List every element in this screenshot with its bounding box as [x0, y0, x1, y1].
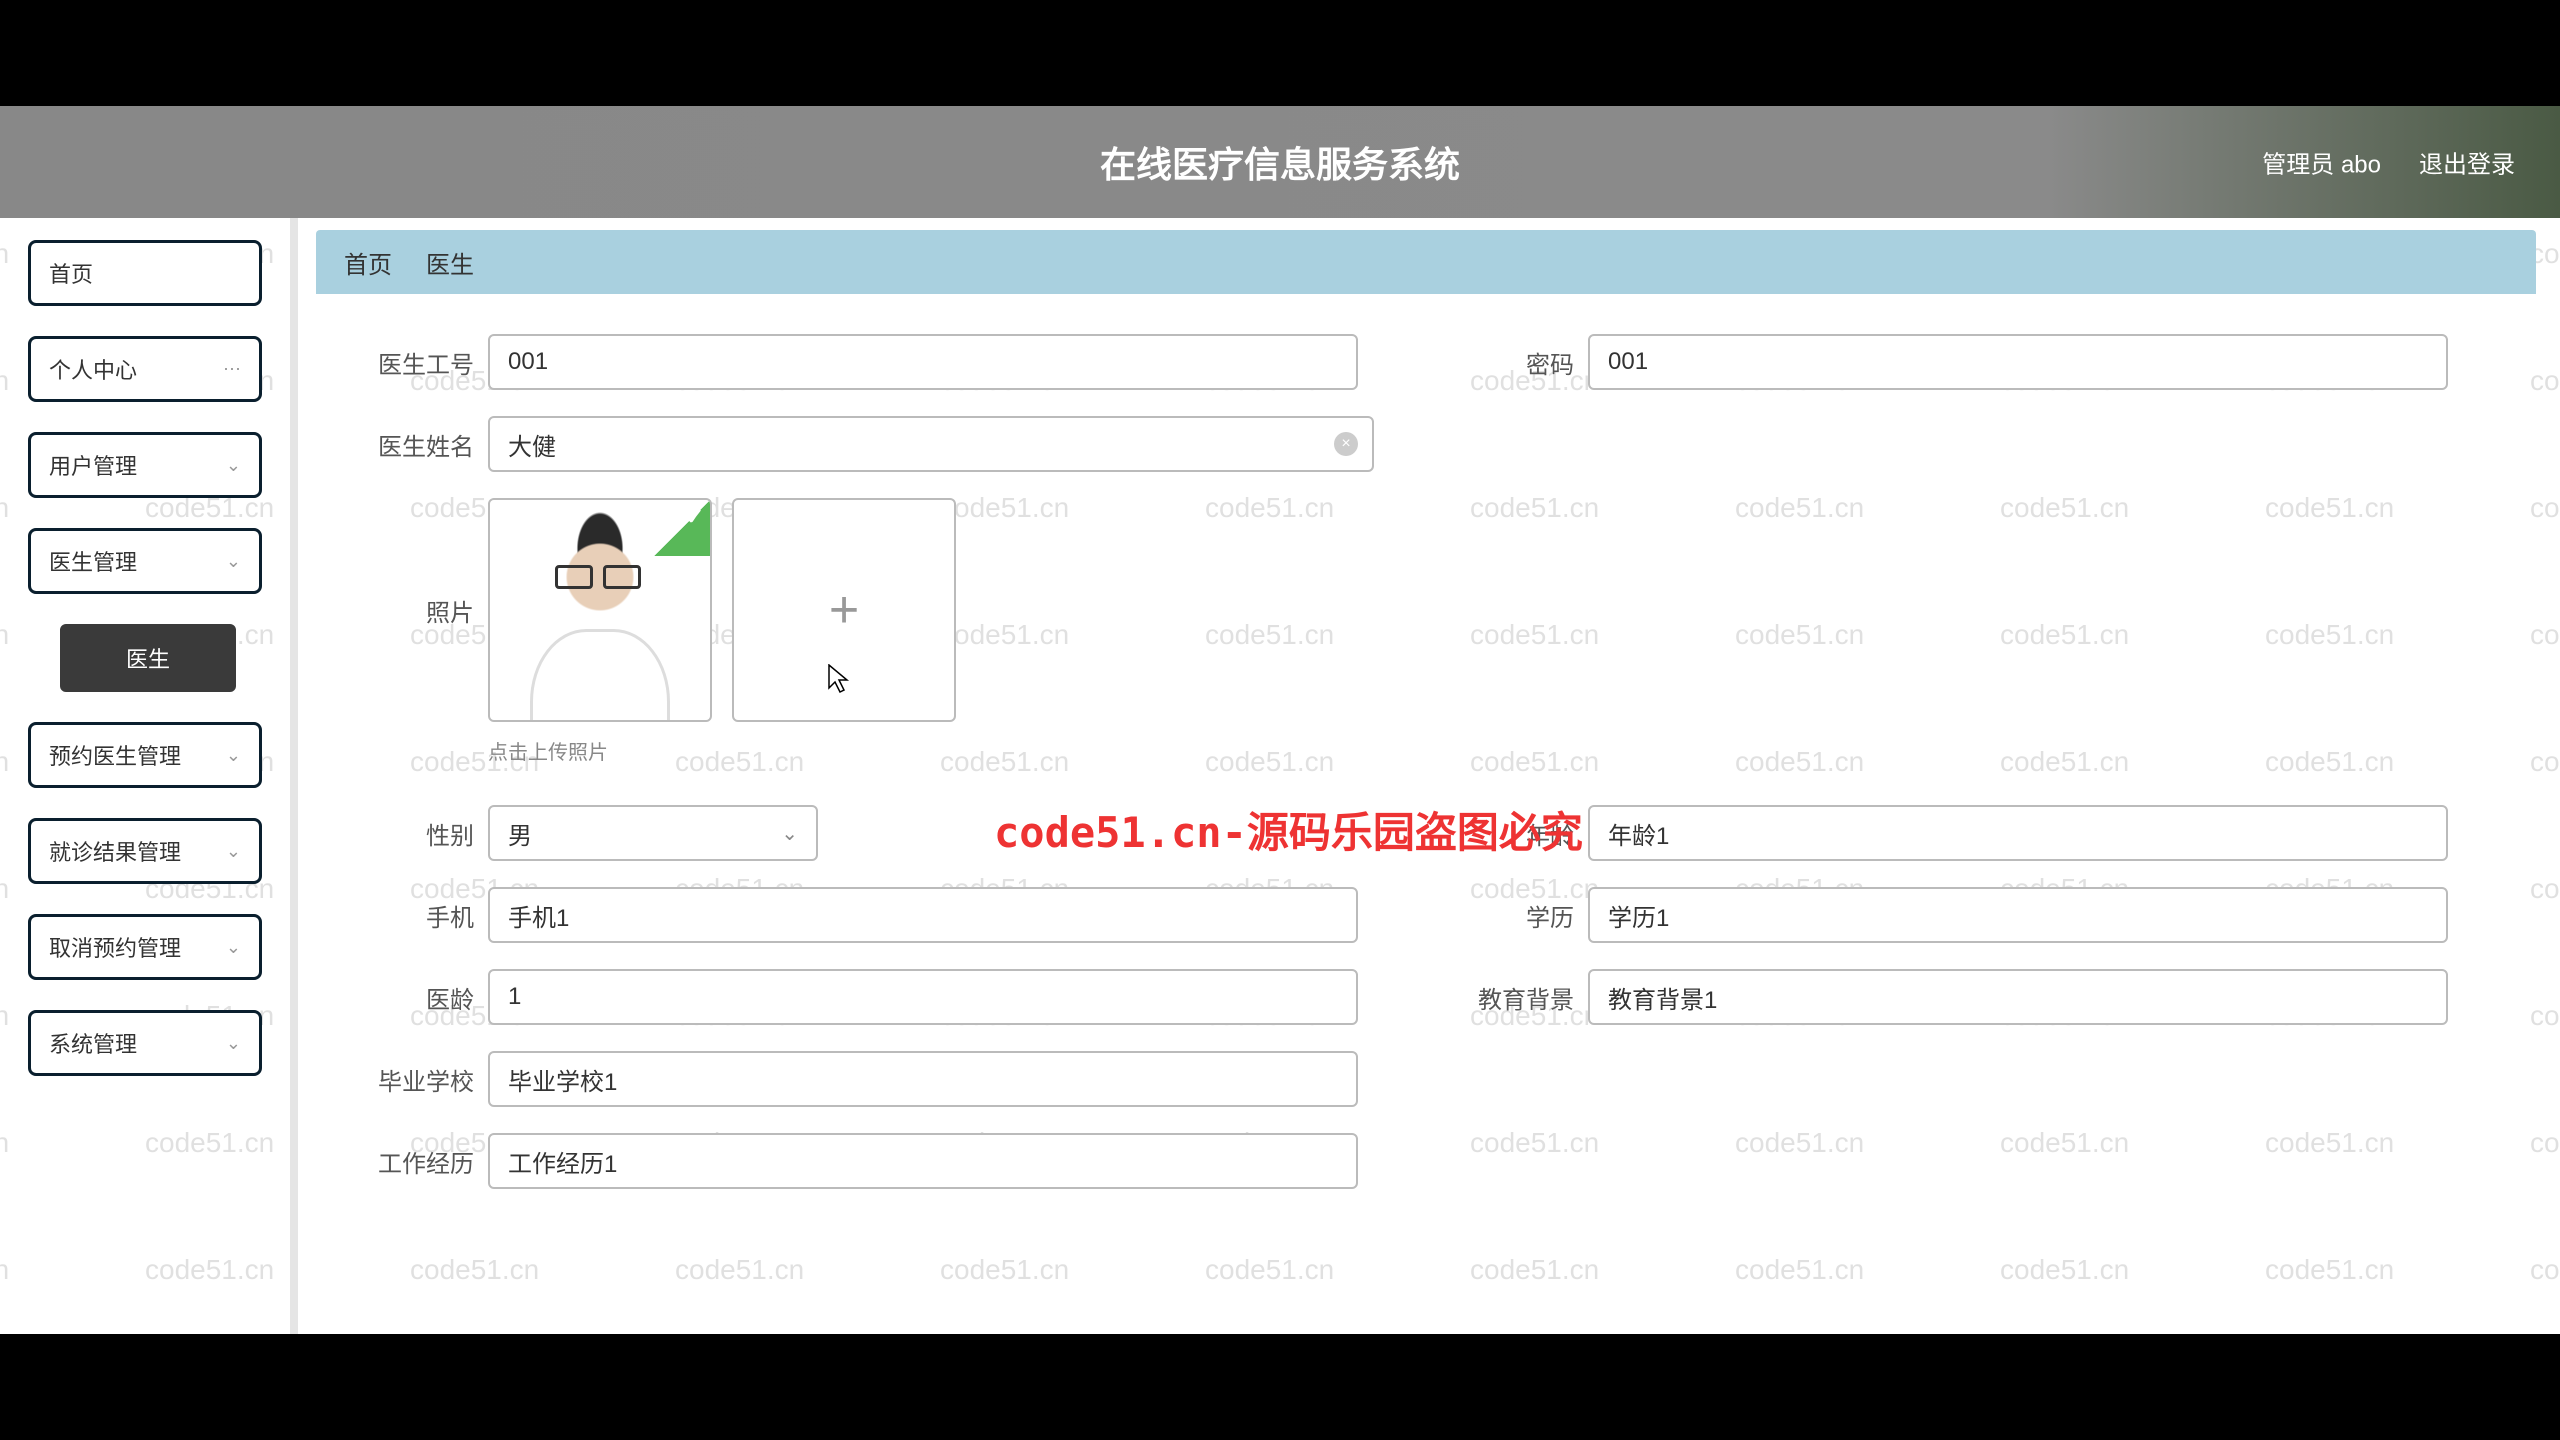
input-phone[interactable]: [488, 887, 1358, 943]
label-work: 工作经历: [338, 1144, 488, 1179]
label-password: 密码: [1438, 345, 1588, 380]
sidebar-item-doctor[interactable]: 医生: [60, 624, 236, 692]
clear-icon[interactable]: ×: [1334, 432, 1358, 456]
label-school: 毕业学校: [338, 1062, 488, 1097]
check-icon: [654, 500, 710, 556]
app-header: 在线医疗信息服务系统 管理员 abo 退出登录: [0, 106, 2560, 218]
select-gender[interactable]: 男 ⌄: [488, 805, 818, 861]
sidebar-item-personal[interactable]: 个人中心 ⋯: [28, 336, 262, 402]
input-password[interactable]: [1588, 334, 2448, 390]
app-title: 在线医疗信息服务系统: [1100, 136, 1460, 188]
photo-upload-button[interactable]: +: [732, 498, 956, 722]
input-doctor-name[interactable]: [488, 416, 1374, 472]
tab-doctor[interactable]: 医生: [426, 245, 474, 280]
input-education[interactable]: [1588, 887, 2448, 943]
chevron-down-icon: ⌄: [226, 841, 241, 862]
input-school[interactable]: [488, 1051, 1358, 1107]
chevron-down-icon: ⌄: [226, 937, 241, 958]
sidebar-item-label: 医生: [126, 642, 170, 674]
input-edu-bg[interactable]: [1588, 969, 2448, 1025]
sidebar-item-doctor-mgmt[interactable]: 医生管理 ⌄: [28, 528, 262, 594]
chevron-down-icon: ⋯: [223, 359, 241, 380]
logout-link[interactable]: 退出登录: [2419, 145, 2515, 180]
main-content: 首页 医生 医生工号 密码: [290, 218, 2560, 1334]
label-years: 医龄: [338, 980, 488, 1015]
sidebar-item-home[interactable]: 首页: [28, 240, 262, 306]
chevron-down-icon: ⌄: [781, 821, 798, 846]
label-photo: 照片: [338, 593, 488, 628]
current-user[interactable]: 管理员 abo: [2262, 145, 2381, 180]
sidebar-item-cancel-mgmt[interactable]: 取消预约管理 ⌄: [28, 914, 262, 980]
sidebar-item-label: 首页: [49, 257, 93, 289]
label-gender: 性别: [338, 816, 488, 851]
sidebar-item-appointment-mgmt[interactable]: 预约医生管理 ⌄: [28, 722, 262, 788]
sidebar-item-label: 就诊结果管理: [49, 835, 181, 867]
tab-bar: 首页 医生: [316, 230, 2536, 294]
sidebar-item-result-mgmt[interactable]: 就诊结果管理 ⌄: [28, 818, 262, 884]
label-doctor-name: 医生姓名: [338, 427, 488, 462]
photo-preview[interactable]: [488, 498, 712, 722]
input-years[interactable]: [488, 969, 1358, 1025]
input-doctor-id[interactable]: [488, 334, 1358, 390]
upload-hint: 点击上传照片: [488, 736, 2508, 765]
sidebar-item-label: 医生管理: [49, 545, 137, 577]
select-value: 男: [508, 816, 532, 851]
doctor-form: 医生工号 密码 医生姓名: [298, 294, 2548, 1334]
sidebar-item-label: 取消预约管理: [49, 931, 181, 963]
sidebar-item-system-mgmt[interactable]: 系统管理 ⌄: [28, 1010, 262, 1076]
label-edu-bg: 教育背景: [1438, 980, 1588, 1015]
label-education: 学历: [1438, 898, 1588, 933]
label-doctor-id: 医生工号: [338, 345, 488, 380]
input-work[interactable]: [488, 1133, 1358, 1189]
tab-home[interactable]: 首页: [344, 245, 392, 280]
sidebar-item-user-mgmt[interactable]: 用户管理 ⌄: [28, 432, 262, 498]
sidebar-item-label: 用户管理: [49, 449, 137, 481]
chevron-down-icon: ⌄: [226, 551, 241, 572]
sidebar: 首页 个人中心 ⋯ 用户管理 ⌄ 医生管理 ⌄ 医生 预约医生管理 ⌄: [0, 218, 290, 1334]
sidebar-item-label: 个人中心: [49, 353, 137, 385]
chevron-down-icon: ⌄: [226, 455, 241, 476]
sidebar-item-label: 系统管理: [49, 1027, 137, 1059]
chevron-down-icon: ⌄: [226, 745, 241, 766]
chevron-down-icon: ⌄: [226, 1033, 241, 1054]
sidebar-item-label: 预约医生管理: [49, 739, 181, 771]
label-phone: 手机: [338, 898, 488, 933]
label-age: 年龄: [1438, 816, 1588, 851]
input-age[interactable]: [1588, 805, 2448, 861]
